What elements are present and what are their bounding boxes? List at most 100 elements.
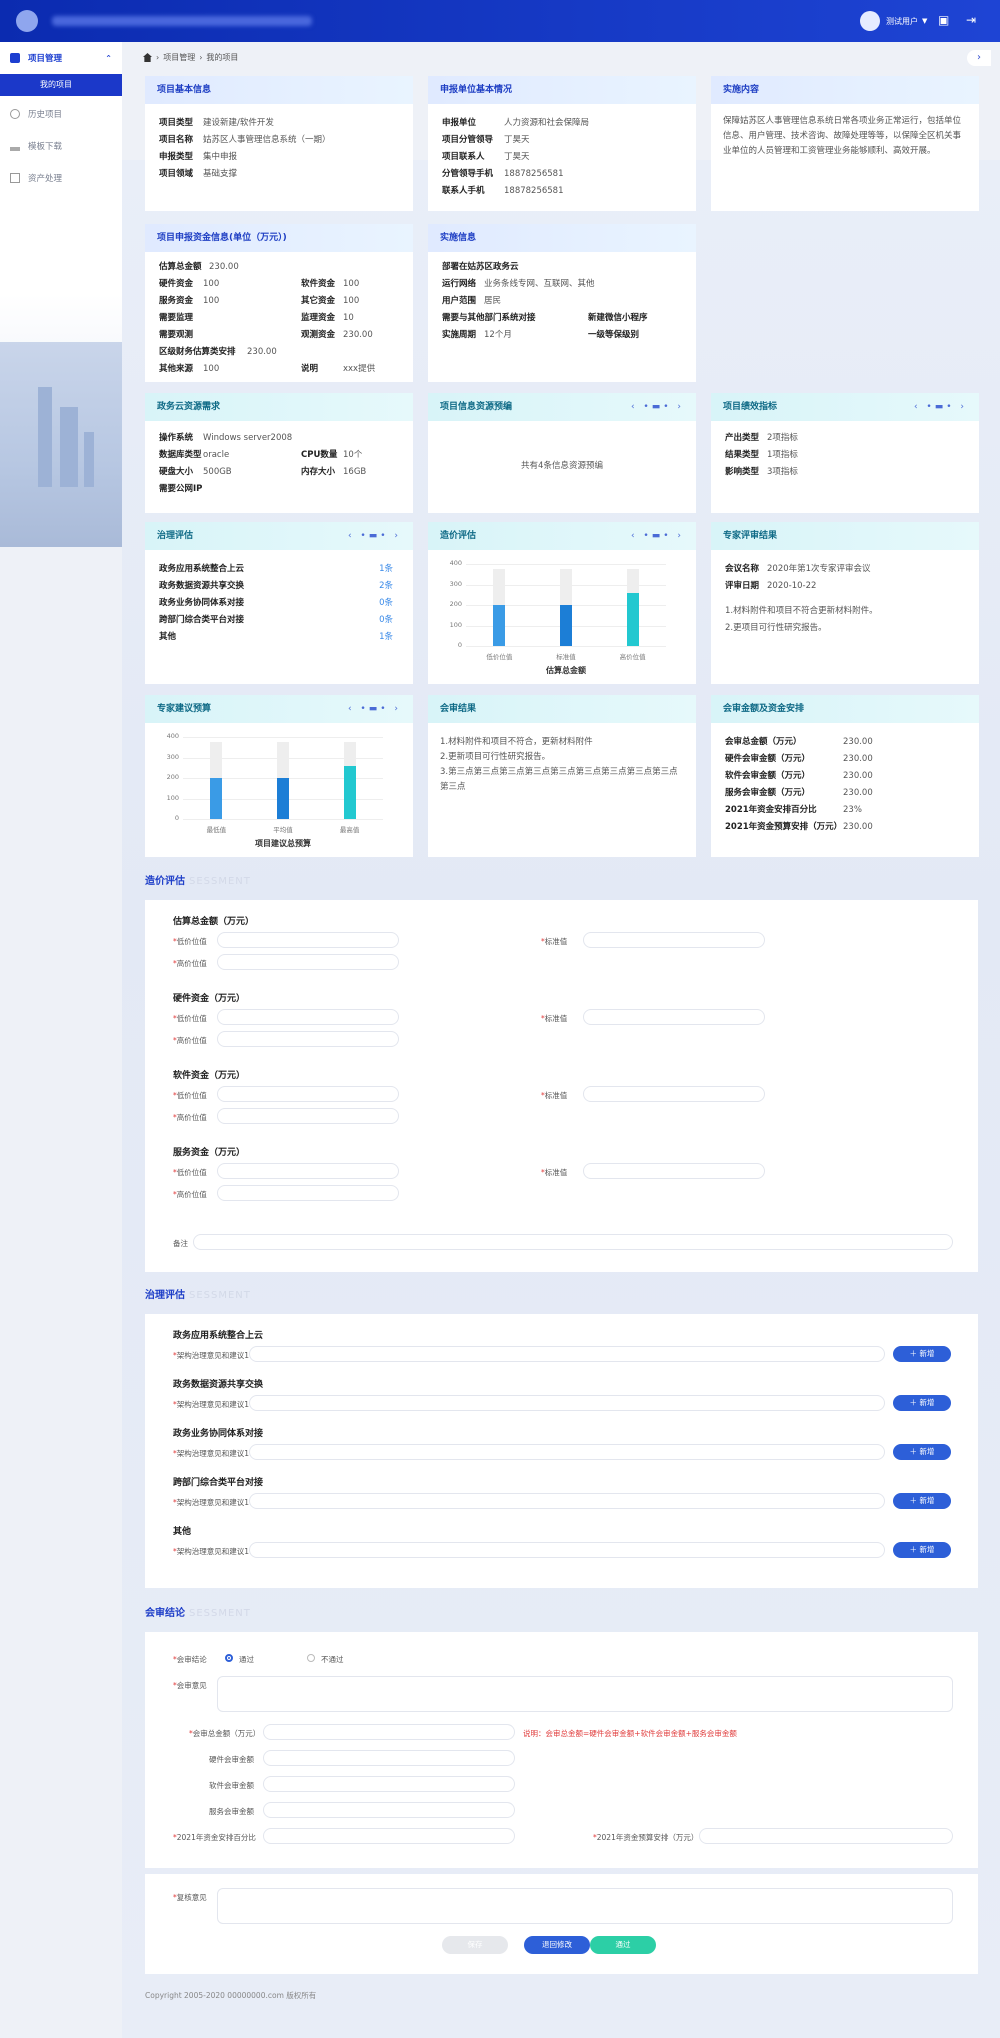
- high-price-input[interactable]: [217, 1031, 399, 1047]
- review-opinion-input[interactable]: [217, 1676, 953, 1712]
- chevron-right-icon[interactable]: ›: [967, 50, 991, 66]
- app-title: [52, 16, 312, 26]
- user-menu[interactable]: 测试用户 ▼: [860, 11, 927, 31]
- bar: [210, 778, 223, 819]
- sidebar-item-label: 项目管理: [28, 54, 63, 64]
- card-expert-result: 专家评审结果 会议名称 2020年第1次专家评审会议 评审日期 2020-10-22…: [711, 522, 979, 684]
- percentage-input[interactable]: [263, 1828, 515, 1844]
- chart-title: 项目建议总预算: [255, 839, 311, 848]
- approve-button[interactable]: 通过: [590, 1936, 656, 1954]
- kv-row: 项目领域 基础支撑: [159, 169, 238, 179]
- low-price-input[interactable]: [217, 1009, 399, 1025]
- pager[interactable]: ‹ •▬• ›: [348, 695, 401, 723]
- logout-icon[interactable]: ⇥: [966, 13, 982, 27]
- y-tick-label: 0: [174, 814, 179, 822]
- hardware-amount-input[interactable]: [263, 1750, 515, 1766]
- content-text: 保障姑苏区人事管理信息系统日常各项业务正常运行，包括单位信息、用户管理、技术咨询…: [723, 116, 962, 156]
- standard-price-input[interactable]: [583, 1009, 765, 1025]
- sidebar-item-label: 我的项目: [40, 80, 72, 89]
- breadcrumb-item: 我的项目: [206, 53, 239, 62]
- card-implementation: 实施信息 部署在姑苏区政务云 运行网络 业务条线专网、互联网、其他 用户范围 居民 …: [428, 224, 696, 382]
- radio-pass[interactable]: [225, 1654, 233, 1662]
- governance-input[interactable]: [249, 1346, 885, 1362]
- pager[interactable]: ‹ •▬• ›: [914, 393, 967, 421]
- x-tick-label: 高价位值: [619, 653, 646, 661]
- sidebar-item-template[interactable]: 模板下载: [0, 132, 122, 160]
- card-title: 项目基本信息: [145, 76, 413, 104]
- add-button[interactable]: ＋ 新增: [893, 1395, 951, 1411]
- software-amount-input[interactable]: [263, 1776, 515, 1792]
- grid-line: [183, 737, 383, 738]
- y-tick-label: 200: [166, 773, 179, 781]
- sidebar-item-project[interactable]: 项目管理 ⌃: [0, 44, 122, 72]
- card-basic-info: 项目基本信息 项目类型 建设新建/软件开发 项目名称 姑苏区人事管理信息系统（一期）…: [145, 76, 413, 211]
- grid-line: [466, 564, 666, 565]
- standard-price-input[interactable]: [583, 932, 765, 948]
- standard-price-input[interactable]: [583, 1163, 765, 1179]
- card-title: 实施内容: [711, 76, 979, 104]
- add-button[interactable]: ＋ 新增: [893, 1493, 951, 1509]
- governance-input[interactable]: [249, 1542, 885, 1558]
- sidebar-item-label: 模板下载: [28, 142, 63, 152]
- governance-input[interactable]: [249, 1493, 885, 1509]
- low-price-input[interactable]: [217, 1086, 399, 1102]
- governance-form-panel: 政务应用系统整合上云 *架构治理意见和建议1 ＋ 新增 政务数据资源共享交换 *架构治理…: [145, 1314, 978, 1588]
- standard-price-input[interactable]: [583, 1086, 765, 1102]
- y-tick-label: 400: [166, 732, 179, 740]
- pager[interactable]: ‹ •▬• ›: [348, 522, 401, 550]
- add-button[interactable]: ＋ 新增: [893, 1444, 951, 1460]
- card-title: 项目绩效指标 ‹ •▬• ›: [711, 393, 979, 421]
- card-title: 专家评审结果: [711, 522, 979, 550]
- y-tick-label: 0: [457, 641, 462, 649]
- high-price-input[interactable]: [217, 1185, 399, 1201]
- chart-title: 估算总金额: [546, 666, 586, 675]
- card-title: 治理评估 ‹ •▬• ›: [145, 522, 413, 550]
- radio-fail[interactable]: [307, 1654, 315, 1662]
- message-icon[interactable]: ▣: [938, 13, 954, 27]
- sidebar-item-history[interactable]: 历史项目: [0, 100, 122, 128]
- group-title: 服务资金（万元）: [173, 1148, 246, 1158]
- high-price-input[interactable]: [217, 954, 399, 970]
- governance-input[interactable]: [249, 1395, 885, 1411]
- bar: [277, 778, 289, 819]
- pager[interactable]: ‹ •▬• ›: [631, 522, 684, 550]
- add-button[interactable]: ＋ 新增: [893, 1346, 951, 1362]
- add-button[interactable]: ＋ 新增: [893, 1542, 951, 1558]
- recheck-input[interactable]: [217, 1888, 953, 1924]
- total-amount-input[interactable]: [263, 1724, 515, 1740]
- bar: [493, 605, 506, 646]
- breadcrumb-item[interactable]: 项目管理: [163, 52, 195, 63]
- wallet-icon: [10, 173, 20, 183]
- sidebar-item-my-project[interactable]: 我的项目: [0, 74, 122, 96]
- y-tick-label: 100: [449, 620, 462, 629]
- group-title: 其他: [173, 1527, 192, 1537]
- kv-row: 项目名称 姑苏区人事管理信息系统（一期）: [159, 135, 331, 145]
- card-title: 造价评估 ‹ •▬• ›: [428, 522, 696, 550]
- budget-chart: 400 300 200 100 0 最低值 平均值 最高值 项目建议总预算: [145, 723, 413, 857]
- chevron-down-icon: ▼: [922, 17, 928, 25]
- card-title: 会审结果: [428, 695, 696, 723]
- service-amount-input[interactable]: [263, 1802, 515, 1818]
- save-button[interactable]: 保存: [442, 1936, 508, 1954]
- chevron-up-icon: ⌃: [105, 53, 112, 63]
- low-price-input[interactable]: [217, 932, 399, 948]
- high-price-input[interactable]: [217, 1108, 399, 1124]
- card-title: 项目申报资金信息(单位（万元）): [145, 224, 413, 252]
- preview-text: 共有4条信息资源预编: [521, 461, 603, 471]
- x-tick-label: 平均值: [273, 826, 293, 834]
- budget-input[interactable]: [699, 1828, 953, 1844]
- kv-row: 申报类型 集中申报: [159, 152, 238, 162]
- group-title: 政务数据资源共享交换: [173, 1380, 264, 1390]
- return-button[interactable]: 退回修改: [524, 1936, 590, 1954]
- sidebar-item-asset[interactable]: 资产处理: [0, 164, 122, 192]
- breadcrumb: › 项目管理 › 我的项目: [143, 52, 238, 63]
- x-tick-label: 低价位值: [486, 653, 513, 661]
- group-title: 软件资金（万元）: [173, 1071, 246, 1081]
- bar: [626, 592, 639, 646]
- low-price-input[interactable]: [217, 1163, 399, 1179]
- remark-input[interactable]: [193, 1234, 953, 1250]
- governance-input[interactable]: [249, 1444, 885, 1460]
- pager[interactable]: ‹ •▬• ›: [631, 393, 684, 421]
- home-icon[interactable]: [143, 53, 152, 62]
- card-governance: 治理评估 ‹ •▬• › 政务应用系统整合上云 1条 政务数据资源共享交换 2条 政务…: [145, 522, 413, 684]
